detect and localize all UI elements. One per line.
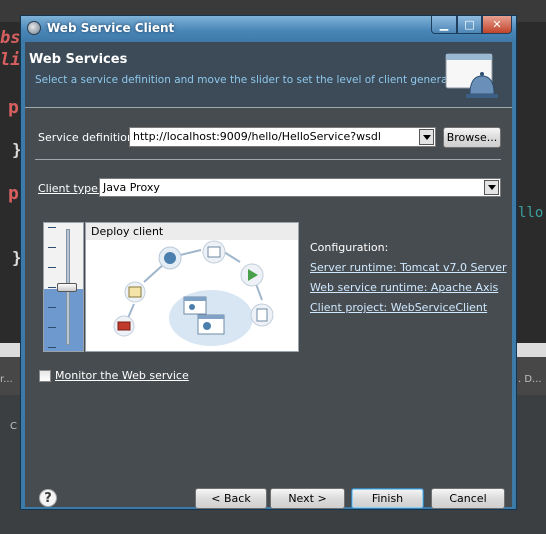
bg-code-fragment: llo [518, 205, 544, 221]
close-button[interactable]: ✕ [482, 16, 512, 34]
slider-tick [48, 307, 56, 308]
deploy-client-diagram [113, 240, 274, 346]
slider-tick [48, 327, 56, 328]
web-service-client-dialog: Web Service Client ▁ □ ✕ Web Services Se… [20, 15, 517, 510]
browse-button[interactable]: Browse... [443, 127, 501, 148]
bg-code-fragment: p [8, 97, 19, 118]
maximize-button[interactable]: □ [457, 16, 482, 34]
page-title: Web Services [29, 52, 128, 67]
configuration-label: Configuration: [310, 241, 389, 254]
bg-tab-right[interactable]: . D... [518, 374, 542, 385]
client-generation-illustration: Deploy client [85, 222, 299, 352]
slider-thumb[interactable] [57, 283, 77, 292]
service-definition-combo[interactable]: http://localhost:9009/hello/HelloService… [129, 127, 436, 147]
dialog-client-area: Web Services Select a service definition… [25, 42, 512, 509]
bg-code-fragment: li [0, 50, 21, 70]
next-button[interactable]: Next > [270, 488, 345, 509]
window-title: Web Service Client [47, 21, 175, 35]
finish-button[interactable]: Finish [351, 488, 424, 509]
slider-ticks [48, 227, 56, 348]
section-separator [35, 159, 501, 160]
bg-tab-left[interactable]: r... [0, 374, 13, 385]
help-icon[interactable]: ? [39, 489, 57, 507]
service-definition-value: http://localhost:9009/hello/HelloService… [133, 130, 381, 143]
service-bell-icon [445, 53, 498, 98]
slider-level-label: Deploy client [86, 223, 298, 240]
service-definition-label: Service definition: [38, 131, 138, 144]
client-generation-slider[interactable] [43, 222, 84, 352]
slider-tick [48, 347, 56, 348]
monitor-label[interactable]: Monitor the Web service [55, 369, 189, 382]
minimize-button[interactable]: ▁ [431, 16, 457, 34]
client-project-link[interactable]: Client project: WebServiceClient [310, 301, 487, 314]
slider-tick [48, 247, 56, 248]
client-type-combo[interactable]: Java Proxy [99, 178, 501, 197]
webservice-runtime-link[interactable]: Web service runtime: Apache Axis [310, 281, 498, 294]
bg-console-text: C [10, 421, 17, 432]
title-bar[interactable]: Web Service Client ▁ □ ✕ [21, 16, 516, 42]
bg-code-fragment: bs [0, 28, 21, 48]
slider-tick [48, 287, 56, 288]
chevron-down-icon[interactable] [419, 129, 434, 145]
bg-code-fragment: p [8, 183, 19, 204]
cancel-button[interactable]: Cancel [431, 488, 505, 509]
wizard-header: Web Services Select a service definition… [25, 42, 512, 107]
server-runtime-link[interactable]: Server runtime: Tomcat v7.0 Server [310, 261, 507, 274]
slider-tick [48, 267, 56, 268]
header-separator [25, 107, 512, 108]
app-gear-icon [27, 21, 41, 35]
back-button[interactable]: < Back [195, 488, 267, 509]
client-type-value: Java Proxy [103, 181, 160, 194]
client-type-label: Client type: [38, 182, 102, 195]
slider-tick [48, 227, 56, 228]
monitor-checkbox[interactable] [39, 370, 51, 382]
chevron-down-icon[interactable] [484, 180, 499, 195]
page-description: Select a service definition and move the… [35, 74, 471, 86]
